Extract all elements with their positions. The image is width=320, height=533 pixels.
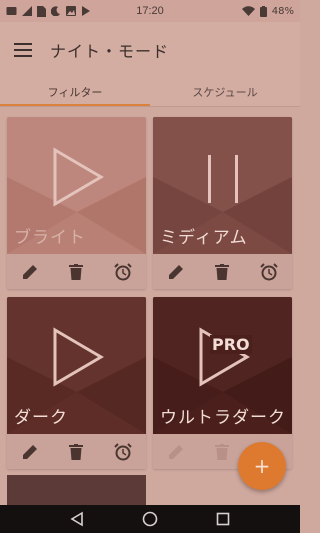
tab-filter[interactable]: フィルター: [0, 78, 150, 106]
tab-bar: フィルター スケジュール: [0, 78, 300, 106]
card-actions: [7, 254, 146, 289]
app-bar: ナイト・モード: [0, 22, 300, 78]
card-actions: [153, 254, 292, 289]
trash-icon: [69, 443, 84, 460]
back-button[interactable]: [67, 509, 87, 529]
trash-icon: [215, 263, 230, 280]
tab-schedule[interactable]: スケジュール: [150, 78, 300, 106]
filter-card-dark[interactable]: ダーク: [7, 297, 146, 469]
recents-square-icon: [217, 512, 230, 526]
trash-icon: [69, 263, 84, 280]
card-label: ミディアム: [160, 228, 248, 248]
delete-button[interactable]: [210, 260, 234, 284]
card-art: ブライト: [7, 117, 146, 254]
recents-button[interactable]: [213, 509, 233, 529]
alarm-clock-icon: [114, 442, 132, 460]
card-label: ブライト: [14, 228, 86, 248]
home-circle-icon: [142, 511, 158, 527]
alarm-clock-icon: [260, 262, 278, 280]
edit-button[interactable]: [164, 260, 188, 284]
schedule-button[interactable]: [111, 440, 135, 464]
filter-card-partial[interactable]: [7, 475, 146, 505]
tabs-divider: [0, 106, 300, 107]
card-actions: [7, 434, 146, 469]
card-art: PRO ウルトラダーク: [153, 297, 292, 434]
pencil-icon: [23, 264, 38, 279]
alarm-clock-icon: [114, 262, 132, 280]
plus-icon: +: [253, 454, 271, 478]
app-title: ナイト・モード: [50, 42, 170, 61]
trash-icon: [215, 443, 230, 460]
delete-button[interactable]: [210, 440, 234, 464]
back-triangle-icon: [70, 511, 83, 527]
pause-icon: [208, 155, 238, 203]
play-icon: [53, 327, 104, 387]
card-art: ミディアム: [153, 117, 292, 254]
schedule-button[interactable]: [257, 260, 281, 284]
status-time: 17:20: [136, 5, 164, 17]
pencil-icon: [169, 444, 184, 459]
pencil-icon: [169, 264, 184, 279]
delete-button[interactable]: [64, 440, 88, 464]
pro-badge: PRO: [210, 335, 252, 354]
system-nav-bar: [0, 505, 300, 533]
delete-button[interactable]: [64, 260, 88, 284]
edit-button[interactable]: [164, 440, 188, 464]
schedule-button[interactable]: [111, 260, 135, 284]
card-art: ダーク: [7, 297, 146, 434]
add-filter-button[interactable]: +: [238, 442, 286, 490]
status-bar: 17:20 48%: [0, 0, 300, 22]
card-label: ウルトラダーク: [160, 408, 286, 428]
filter-card-bright[interactable]: ブライト: [7, 117, 146, 289]
edit-button[interactable]: [18, 260, 42, 284]
play-icon: [53, 147, 104, 207]
home-button[interactable]: [140, 509, 160, 529]
card-label: ダーク: [14, 408, 68, 428]
hamburger-menu-icon: [14, 43, 32, 57]
edit-button[interactable]: [18, 440, 42, 464]
filter-card-medium[interactable]: ミディアム: [153, 117, 292, 289]
pencil-icon: [23, 444, 38, 459]
menu-button[interactable]: [0, 22, 46, 78]
